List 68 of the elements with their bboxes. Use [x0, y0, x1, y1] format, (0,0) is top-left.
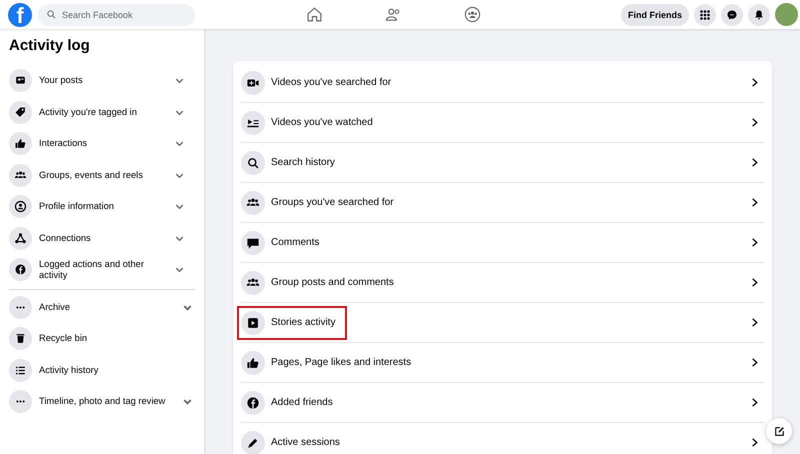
friends-icon[interactable]	[385, 6, 402, 23]
search-icon	[46, 9, 57, 20]
sidebar-title: Activity log	[9, 37, 91, 54]
logo-icon	[9, 258, 32, 282]
activity-category[interactable]: Active sessions	[241, 423, 764, 454]
find-friends-button[interactable]: Find Friends	[621, 4, 689, 26]
category-label: Stories activity	[271, 317, 336, 328]
list-icon	[9, 358, 32, 382]
video-camera-icon	[241, 70, 265, 94]
activity-category[interactable]: Group posts and comments	[241, 263, 764, 303]
groups-icon[interactable]	[464, 6, 481, 23]
home-icon[interactable]	[306, 6, 323, 23]
activity-category[interactable]: Groups you've searched for	[241, 183, 764, 223]
category-label: Videos you've searched for	[271, 77, 392, 88]
sidebar-item[interactable]: Activity history	[9, 354, 195, 386]
sidebar-item[interactable]: Activity you're tagged in	[9, 96, 195, 128]
category-label: Groups you've searched for	[271, 197, 394, 208]
notifications-button[interactable]	[748, 4, 770, 26]
dots-icon	[9, 296, 32, 319]
person-circle-icon	[9, 195, 32, 218]
thumbs-up-icon	[9, 132, 32, 156]
category-label: Videos you've watched	[271, 117, 373, 128]
category-label: Active sessions	[271, 437, 340, 448]
sidebar-item[interactable]: Groups, events and reels	[9, 160, 195, 191]
messenger-icon	[726, 8, 738, 20]
sidebar-item[interactable]: Archive	[9, 292, 195, 323]
sidebar-item[interactable]: Your posts	[9, 65, 195, 96]
menu-button[interactable]	[694, 4, 716, 26]
category-label: Search history	[271, 157, 335, 168]
activity-category[interactable]: Added friends	[241, 383, 764, 423]
category-label: Comments	[271, 237, 320, 248]
category-label: Group posts and comments	[271, 277, 394, 288]
activity-category[interactable]: Videos you've searched for	[241, 63, 764, 103]
category-label: Added friends	[271, 397, 333, 408]
sidebar-item[interactable]: Connections	[9, 222, 195, 254]
dots-icon	[9, 390, 32, 414]
messenger-button[interactable]	[721, 4, 743, 26]
trash-icon	[9, 327, 32, 350]
speech-bubble-icon	[241, 230, 265, 254]
activity-category[interactable]: Search history	[241, 143, 764, 183]
thumbs-up-icon	[241, 350, 265, 374]
activity-category[interactable]: Comments	[241, 223, 764, 263]
logo-icon	[241, 390, 265, 414]
network-icon	[9, 226, 32, 250]
pen-icon	[241, 430, 265, 454]
edit-icon	[772, 424, 786, 438]
avatar[interactable]	[775, 3, 798, 26]
post-icon	[9, 69, 32, 92]
sidebar-item[interactable]: Profile information	[9, 191, 195, 222]
people-icon	[241, 270, 265, 294]
people-icon	[9, 164, 32, 187]
activity-category[interactable]: Stories activity	[241, 303, 764, 343]
people-icon	[241, 190, 265, 214]
grid-icon	[699, 8, 711, 20]
activity-category[interactable]: Pages, Page likes and interests	[241, 343, 764, 383]
sidebar-item[interactable]: Logged actions and other activity	[9, 254, 195, 286]
search-icon	[241, 150, 265, 174]
sidebar-item[interactable]: Timeline, photo and tag review	[9, 386, 195, 418]
activity-category[interactable]: Videos you've watched	[241, 103, 764, 143]
sidebar-item[interactable]: Interactions	[9, 128, 195, 160]
sidebar-item[interactable]: Recycle bin	[9, 323, 195, 354]
search-field[interactable]: Search Facebook	[38, 4, 195, 26]
tag-icon	[9, 100, 32, 124]
category-label: Pages, Page likes and interests	[271, 357, 412, 368]
play-list-icon	[241, 110, 265, 134]
logo[interactable]: f	[8, 2, 32, 26]
bell-icon	[753, 8, 765, 20]
compose-button[interactable]	[766, 418, 792, 444]
